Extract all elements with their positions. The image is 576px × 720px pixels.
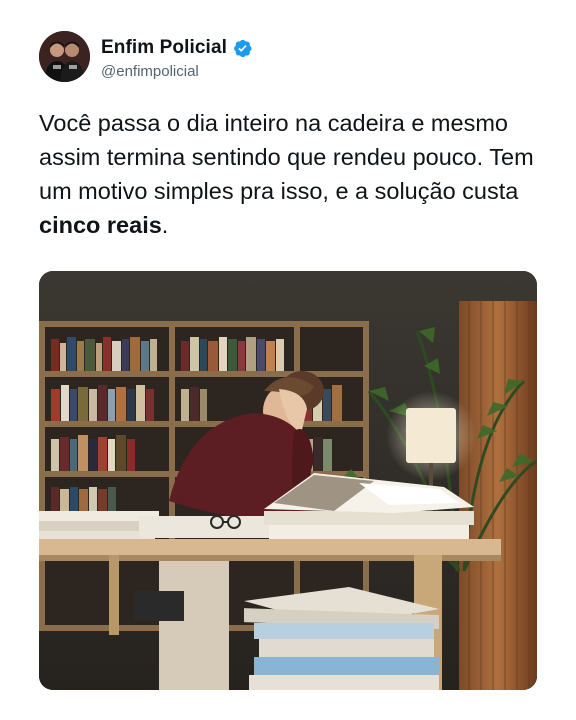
verified-badge-icon [232, 38, 253, 59]
tweet-text-main: Você passa o dia inteiro na cadeira e me… [39, 110, 534, 204]
photo-illustration [39, 271, 537, 690]
tweet-card: Enfim Policial @enfimpolicial Você passa… [0, 0, 576, 720]
avatar-image [39, 31, 90, 82]
tweet-header: Enfim Policial @enfimpolicial [39, 31, 439, 83]
name-row: Enfim Policial [101, 37, 253, 59]
tweet-media-photo[interactable] [39, 271, 537, 690]
tweet-text: Você passa o dia inteiro na cadeira e me… [39, 106, 539, 242]
avatar[interactable] [39, 31, 90, 82]
tweet-text-end: . [161, 212, 169, 238]
tweet-text-bold: cinco reais [39, 212, 162, 238]
user-handle[interactable]: @enfimpolicial [101, 63, 199, 80]
display-name[interactable]: Enfim Policial [101, 37, 227, 59]
